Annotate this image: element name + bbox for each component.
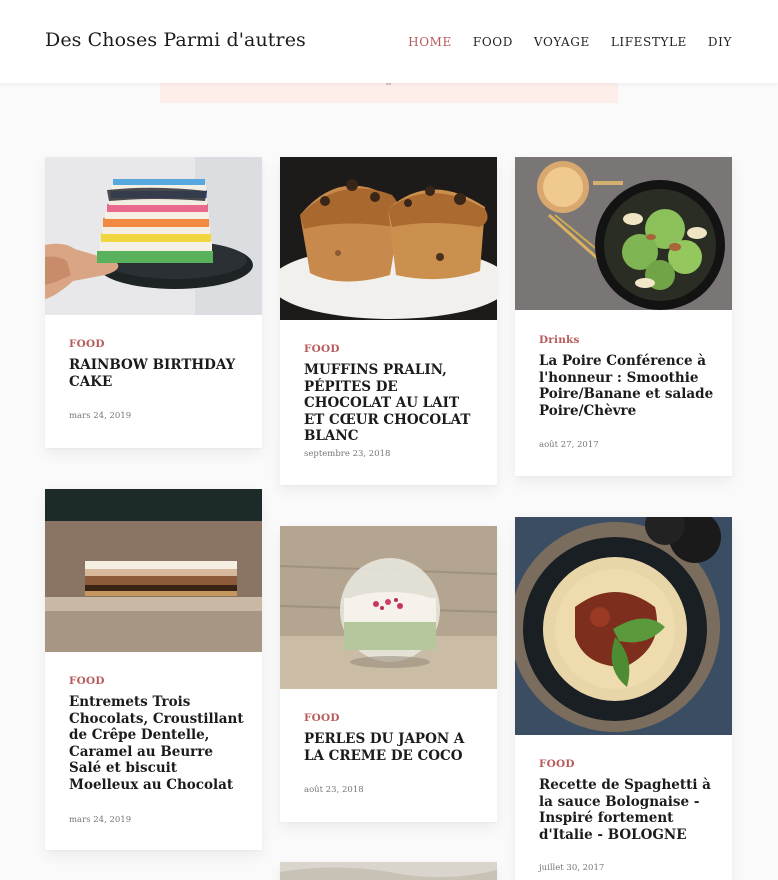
post-date: mars 24, 2019 [69,815,132,825]
post-date: août 27, 2017 [539,440,599,450]
nav-lifestyle[interactable]: LIFESTYLE [611,35,687,49]
post-title[interactable]: Recette de Spaghetti à la sauce Bolognai… [539,777,716,843]
post-date: juillet 30, 2017 [539,863,605,873]
post-card-spaghetti[interactable]: FOOD Recette de Spaghetti à la sauce Bol… [515,517,732,880]
post-title[interactable]: La Poire Conférence à l'honneur : Smooth… [539,353,716,419]
post-title[interactable]: RAINBOW BIRTHDAY CAKE [69,357,246,390]
post-image-tapioca[interactable] [280,526,497,689]
post-image-partial[interactable] [280,862,497,880]
post-category[interactable]: FOOD [539,758,575,770]
post-date: août 23, 2018 [304,785,364,795]
post-title[interactable]: PERLES DU JAPON A LA CREME DE COCO [304,731,481,764]
main-nav: HOME FOOD VOYAGE LIFESTYLE DIY [408,35,732,49]
post-date: mars 24, 2019 [69,411,132,421]
site-title[interactable]: Des Choses Parmi d'autres [45,29,306,51]
post-image-entremets[interactable] [45,489,262,652]
nav-home[interactable]: HOME [408,35,452,49]
post-card-tapioca[interactable]: FOOD PERLES DU JAPON A LA CREME DE COCO … [280,526,497,822]
top-banner [160,83,618,103]
post-category[interactable]: FOOD [304,343,340,355]
post-card-muffins[interactable]: FOOD MUFFINS PRALIN, PÉPITES DE CHOCOLAT… [280,157,497,485]
post-image-rainbow-cake[interactable] [45,157,262,315]
post-date: septembre 23, 2018 [304,449,391,459]
post-category[interactable]: FOOD [69,338,105,350]
nav-food[interactable]: FOOD [473,35,513,49]
post-title[interactable]: MUFFINS PRALIN, PÉPITES DE CHOCOLAT AU L… [304,362,481,445]
post-category[interactable]: FOOD [304,712,340,724]
site-header: Des Choses Parmi d'autres HOME FOOD VOYA… [0,0,778,83]
post-title[interactable]: Entremets Trois Chocolats, Croustillant … [69,694,246,793]
post-image-spaghetti[interactable] [515,517,732,735]
post-image-muffins[interactable] [280,157,497,320]
post-category[interactable]: Drinks [539,334,580,346]
post-card-rainbow-cake[interactable]: FOOD RAINBOW BIRTHDAY CAKE mars 24, 2019 [45,157,262,448]
post-card-entremets[interactable]: FOOD Entremets Trois Chocolats, Croustil… [45,489,262,850]
post-card-pear[interactable]: Drinks La Poire Conférence à l'honneur :… [515,157,732,476]
post-card-partial[interactable] [280,862,497,880]
nav-voyage[interactable]: VOYAGE [534,35,590,49]
banner-mark [386,83,391,85]
nav-diy[interactable]: DIY [708,35,732,49]
post-category[interactable]: FOOD [69,675,105,687]
post-image-pear[interactable] [515,157,732,310]
